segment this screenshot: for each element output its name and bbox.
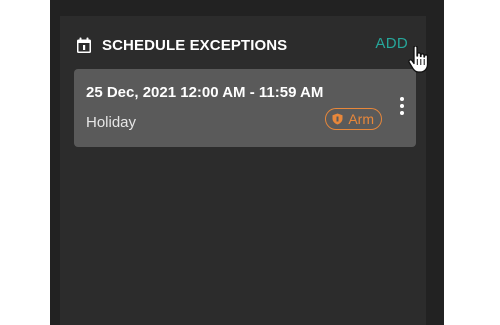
app-frame: SCHEDULE EXCEPTIONS ADD 25 Dec, 2021 12:… bbox=[50, 0, 444, 325]
exception-date-range: 25 Dec, 2021 12:00 AM - 11:59 AM bbox=[86, 84, 324, 101]
add-exception-button[interactable]: ADD bbox=[375, 35, 408, 52]
calendar-icon bbox=[77, 37, 91, 53]
arm-status-badge: Arm bbox=[325, 108, 382, 130]
kebab-menu-icon[interactable] bbox=[398, 97, 406, 117]
exception-type: Holiday bbox=[86, 114, 137, 131]
exception-card[interactable]: 25 Dec, 2021 12:00 AM - 11:59 AM Holiday… bbox=[74, 69, 416, 147]
shield-icon bbox=[332, 113, 343, 125]
arm-badge-label: Arm bbox=[348, 111, 374, 127]
panel-header: SCHEDULE EXCEPTIONS ADD bbox=[76, 34, 412, 56]
panel-title: SCHEDULE EXCEPTIONS bbox=[102, 36, 288, 54]
schedule-exceptions-panel: SCHEDULE EXCEPTIONS ADD 25 Dec, 2021 12:… bbox=[60, 16, 429, 325]
